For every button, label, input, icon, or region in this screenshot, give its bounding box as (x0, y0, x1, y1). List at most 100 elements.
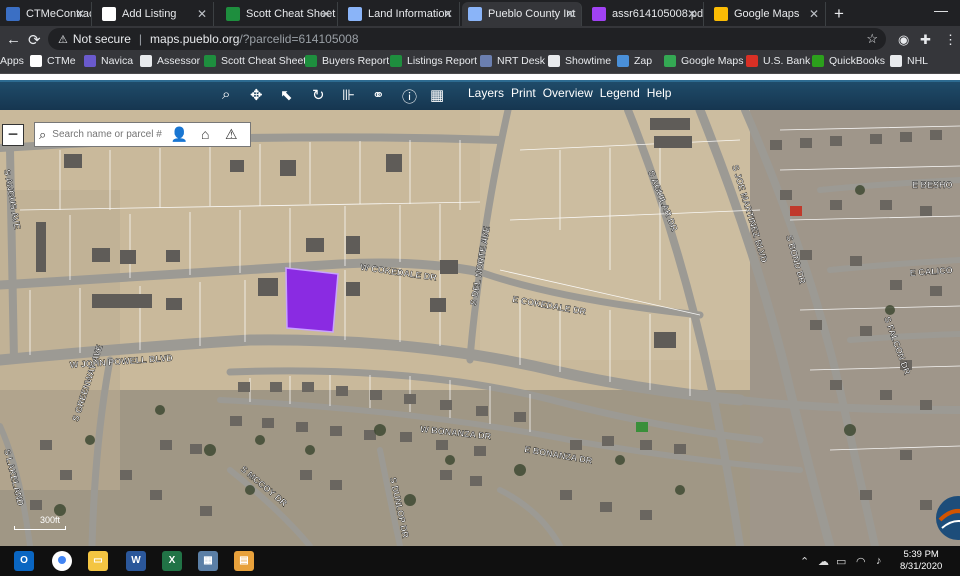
separator: | (138, 32, 143, 46)
more-menu-icon[interactable]: ⋮ (944, 32, 957, 48)
tab-label: Pueblo County Int (488, 8, 576, 20)
menu-legend[interactable]: Legend (600, 86, 640, 100)
close-icon[interactable]: ✕ (687, 7, 697, 21)
close-icon[interactable]: ✕ (565, 7, 575, 21)
tab-label: Add Listing (122, 8, 177, 20)
bookmark-navica[interactable]: Navica (84, 55, 133, 67)
volume-icon[interactable]: ♪ (876, 555, 882, 567)
close-icon[interactable]: ✕ (809, 7, 819, 21)
home-icon[interactable]: ⌂ (194, 123, 216, 146)
calculator-app-icon[interactable]: ▦ (198, 551, 218, 571)
bookmark-ctme[interactable]: CTMe (30, 55, 76, 67)
menu-layers[interactable]: Layers (468, 86, 504, 100)
bookmark-nrt-desk[interactable]: NRT Desk (480, 55, 545, 67)
bookmark-icon (305, 55, 317, 67)
excel-icon[interactable]: X (162, 551, 182, 571)
tab-ctmecontracts[interactable]: CTMeContracts.co ✕ (0, 2, 92, 26)
clock-date: 8/31/2020 (900, 561, 943, 572)
bookmark-label: NRT Desk (497, 55, 546, 67)
file-explorer-icon[interactable]: ▭ (88, 551, 108, 571)
tab-add-listing[interactable]: Add Listing ✕ (96, 2, 214, 26)
alert-icon[interactable]: ⚠ (220, 123, 242, 146)
tab-favicon-icon (714, 7, 728, 21)
reload-button[interactable]: ⟳ (28, 31, 41, 49)
extension-icon[interactable]: ◉ (898, 32, 909, 48)
close-icon[interactable]: ✕ (321, 7, 331, 21)
bookmark-us-bank[interactable]: U.S. Bank (746, 55, 810, 67)
menu-print[interactable]: Print (511, 86, 536, 100)
minimize-icon[interactable]: — (934, 2, 948, 18)
scale-label: 300ft (40, 515, 61, 525)
measure-icon[interactable]: ⊪ (342, 86, 355, 104)
menu-help[interactable]: Help (647, 86, 672, 100)
bookmark-quickbooks[interactable]: QuickBooks (812, 55, 885, 67)
bookmark-icon (812, 55, 824, 67)
address-bar[interactable]: ⚠ Not secure | maps.pueblo.org /?parceli… (48, 28, 886, 50)
aerial-map: W COKEDALE DR E COKEDALE DR W JOHN POWEL… (0, 110, 960, 546)
bookmark-showtime[interactable]: Showtime (548, 55, 611, 67)
info-icon[interactable]: ⓘ (402, 86, 417, 107)
url-path: /?parcelid=614105008 (239, 32, 359, 46)
taskbar-clock[interactable]: 5:39 PM 8/31/2020 (900, 549, 942, 573)
map-app-header: ⌕ ✥ ⬉ ↻ ⊪ ⚭ ⓘ ▦ Layers Print Overview Le… (0, 80, 960, 110)
windows-taskbar: O ▭ W X ▦ ▤ ⌃ ☁ ▭ ◠ ♪ 5:39 PM 8/31/2020 (0, 546, 960, 576)
outlook-icon[interactable]: O (14, 551, 34, 571)
bookmark-star-icon[interactable]: ☆ (866, 31, 878, 47)
network-icon[interactable]: ☁ (818, 555, 829, 568)
bookmark-icon (664, 55, 676, 67)
person-icon[interactable]: 👤 (168, 123, 190, 146)
tab-assr-pdf[interactable]: assr614105008.pd ✕ (586, 2, 704, 26)
selected-parcel[interactable] (285, 267, 339, 333)
bookmark-icon (84, 55, 96, 67)
menu-overview[interactable]: Overview (543, 86, 593, 100)
street-label: E BESHO (912, 180, 953, 190)
close-icon[interactable]: ✕ (75, 7, 85, 21)
new-tab-button[interactable]: + (834, 4, 844, 24)
calculator-icon[interactable]: ▦ (430, 86, 444, 104)
search-icon: ⌕ (39, 126, 47, 142)
tab-favicon-icon (102, 7, 116, 21)
bookmark-listings-report[interactable]: Listings Report (390, 55, 477, 67)
tab-google-maps[interactable]: Google Maps ✕ (708, 2, 826, 26)
back-button[interactable]: ← (6, 31, 21, 48)
sticky-notes-icon[interactable]: ▤ (234, 551, 254, 571)
bookmark-scott-cheat-sheet[interactable]: Scott Cheat Sheet (204, 55, 306, 67)
tab-scott-cheat-sheet[interactable]: Scott Cheat Sheet ✕ (220, 2, 338, 26)
chrome-icon[interactable] (52, 551, 72, 571)
battery-icon[interactable]: ▭ (836, 555, 846, 568)
zoom-out-button[interactable]: − (2, 124, 24, 146)
tab-land-information[interactable]: Land Information ✕ (342, 2, 460, 26)
parcel-search-box: ⌕ 👤 ⌂ ⚠ (34, 122, 251, 147)
puzzle-icon[interactable]: ✚ (920, 32, 931, 48)
search-input[interactable] (52, 129, 165, 140)
tray-chevron-icon[interactable]: ⌃ (800, 555, 809, 568)
close-icon[interactable]: ✕ (197, 7, 207, 21)
tab-favicon-icon (468, 7, 482, 21)
tab-favicon-icon (592, 7, 606, 21)
map-view[interactable]: W COKEDALE DR E COKEDALE DR W JOHN POWEL… (0, 110, 960, 546)
scale-bar-line (14, 526, 66, 530)
close-icon[interactable]: ✕ (443, 7, 453, 21)
zoom-box-icon[interactable]: ⌕ (222, 86, 230, 103)
bookmark-buyers-report[interactable]: Buyers Report (305, 55, 389, 67)
link-icon[interactable]: ⚭ (372, 86, 385, 104)
word-icon[interactable]: W (126, 551, 146, 571)
refresh-icon[interactable]: ↻ (312, 86, 325, 104)
bookmark-apps[interactable]: Apps (0, 55, 24, 67)
bookmark-assessor[interactable]: Assessor (140, 55, 200, 67)
bookmark-icon (890, 55, 902, 67)
pan-icon[interactable]: ✥ (250, 86, 263, 104)
clock-time: 5:39 PM (903, 549, 939, 560)
bookmark-nhl[interactable]: NHL (890, 55, 928, 67)
tab-favicon-icon (6, 7, 20, 21)
bookmark-label: Navica (101, 55, 134, 67)
select-arrow-icon[interactable]: ⬉ (280, 86, 293, 104)
bookmark-label: CTMe (47, 55, 76, 67)
wifi-icon[interactable]: ◠ (856, 555, 866, 568)
tab-pueblo-county[interactable]: Pueblo County Int ✕ (462, 2, 582, 26)
bookmark-zap[interactable]: Zap (617, 55, 652, 67)
bookmark-google-maps[interactable]: Google Maps (664, 55, 743, 67)
bookmark-label: U.S. Bank (763, 55, 811, 67)
bookmark-label: Google Maps (681, 55, 744, 67)
warning-icon: ⚠ (58, 33, 68, 46)
